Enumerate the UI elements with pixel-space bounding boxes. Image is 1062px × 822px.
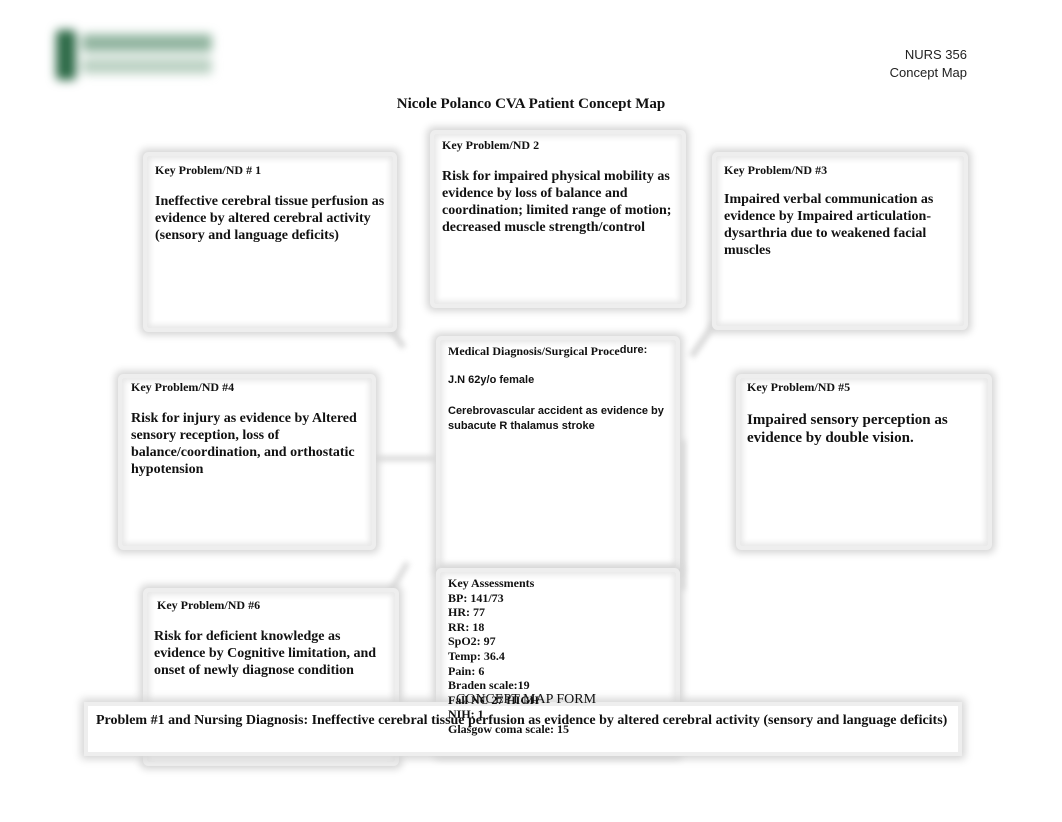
problem-text: Impaired sensory perception as evidence … <box>747 412 948 446</box>
problem-box-4: Key Problem/ND #4 Risk for injury as evi… <box>122 378 372 546</box>
problem-statement: Problem #1 and Nursing Diagnosis: Ineffe… <box>96 713 948 728</box>
course-code: NURS 356 <box>904 47 967 62</box>
assessment-item: SpO2: 97 <box>448 634 496 649</box>
patient-info: J.N 62y/o female <box>448 374 535 386</box>
assessment-item: BP: 141/73 <box>448 590 504 605</box>
connector-line <box>372 456 436 461</box>
connector-line <box>689 321 717 359</box>
assessment-item: RR: 18 <box>448 619 485 634</box>
problem-heading: Key Problem/ND #4 <box>131 380 235 394</box>
document-type: Concept Map <box>889 65 967 80</box>
medical-heading-b: dure: <box>619 344 648 356</box>
assessment-item: Pain: 6 <box>448 663 485 678</box>
school-logo <box>50 24 222 86</box>
problem-text: Ineffective cerebral tissue perfusion as… <box>155 194 385 243</box>
form-title: CONCEPT MAP FORM <box>456 692 597 707</box>
problem-heading: Key Problem/ND 2 <box>442 138 540 152</box>
assessment-item: HR: 77 <box>448 605 485 620</box>
problem-box-2: Key Problem/ND 2 Risk for impaired physi… <box>434 134 682 304</box>
assessment-item: Braden scale:19 <box>448 678 530 693</box>
page-title: Nicole Polanco CVA Patient Concept Map <box>396 96 666 112</box>
problem-text: Risk for impaired physical mobility as e… <box>442 169 672 235</box>
problem-heading: Key Problem/ND # 1 <box>155 163 262 177</box>
medical-heading-a: Medical Diagnosis/Surgical Proce <box>448 344 620 358</box>
problem-box-5: Key Problem/ND #5 Impaired sensory perce… <box>740 378 988 546</box>
assessment-item: Temp: 36.4 <box>448 648 505 663</box>
course-header: NURS 356 Concept Map <box>890 46 967 82</box>
medical-diagnosis-box: Medical Diagnosis/Surgical Procedure: J.… <box>440 340 676 568</box>
problem-text: Risk for deficient knowledge as evidence… <box>154 629 377 678</box>
problem-box-3: Key Problem/ND #3 Impaired verbal commun… <box>716 156 964 326</box>
problem-heading: Key Problem/ND #6 <box>157 598 261 612</box>
problem-heading: Key Problem/ND #5 <box>747 380 851 394</box>
diagnosis-text: Cerebrovascular accident as evidence by … <box>448 405 664 432</box>
problem-box-1: Key Problem/ND # 1 Ineffective cerebral … <box>147 156 393 328</box>
assessments-heading: Key Assessments <box>448 576 535 590</box>
problem-heading: Key Problem/ND #3 <box>724 163 828 177</box>
problem-text: Risk for injury as evidence by Altered s… <box>131 411 357 477</box>
connector-line <box>680 440 685 590</box>
medical-heading: Medical Diagnosis/Surgical Procedure: <box>448 344 647 359</box>
problem-text: Impaired verbal communication as evidenc… <box>724 192 934 258</box>
